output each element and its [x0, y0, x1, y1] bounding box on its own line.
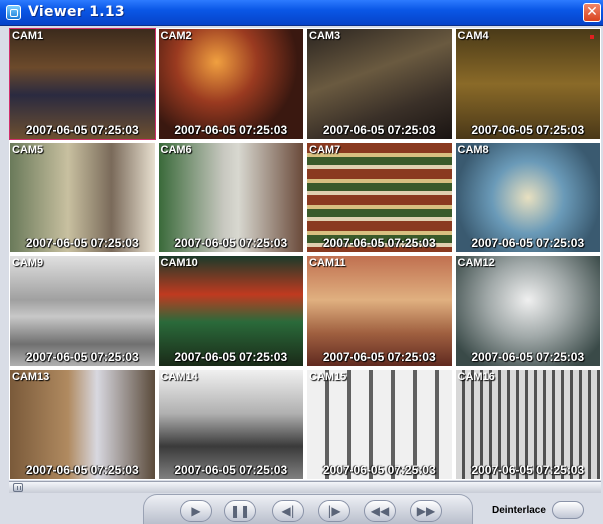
step-forward-icon: |▶	[327, 504, 341, 518]
camera-timestamp: 2007-06-05 07:25:03	[471, 349, 585, 364]
camera-timestamp: 2007-06-05 07:25:03	[25, 349, 139, 364]
camera-tile-14[interactable]: CAM14 2007-06-05 07:25:03	[157, 368, 304, 480]
camera-label: CAM10	[160, 257, 198, 269]
camera-tile-11[interactable]: CAM11 2007-06-05 07:25:03	[306, 255, 453, 367]
deinterlace-label: Deinterlace	[492, 505, 546, 516]
camera-label: CAM14	[160, 370, 198, 383]
camera-tile-12[interactable]: CAM12 2007-06-05 07:25:03	[454, 255, 601, 367]
camera-tile-1[interactable]: CAM1 2007-06-05 07:25:03	[9, 28, 156, 140]
play-button[interactable]: ▶	[180, 500, 212, 522]
camera-label: CAM11	[309, 257, 346, 269]
step-forward-button[interactable]: |▶	[318, 500, 350, 522]
camera-timestamp: 2007-06-05 07:25:03	[322, 463, 436, 477]
camera-label: CAM15	[309, 370, 347, 383]
play-icon: ▶	[191, 504, 201, 518]
camera-timestamp: 2007-06-05 07:25:03	[25, 122, 139, 137]
rewind-icon: ◀◀	[370, 504, 390, 518]
step-back-icon: ◀|	[281, 504, 295, 518]
fast-forward-icon: ▶▶	[416, 504, 436, 518]
close-button[interactable]: ✕	[583, 3, 601, 22]
close-icon: ✕	[586, 4, 598, 20]
camera-timestamp: 2007-06-05 07:25:03	[471, 463, 585, 477]
camera-timestamp: 2007-06-05 07:25:03	[25, 236, 139, 250]
seek-bar[interactable]	[9, 481, 601, 493]
camera-timestamp: 2007-06-05 07:25:03	[174, 463, 288, 477]
camera-tile-7[interactable]: CAM7 2007-06-05 07:25:03	[306, 141, 453, 253]
camera-label: CAM2	[160, 30, 192, 42]
camera-label: CAM16	[457, 370, 495, 383]
camera-label: CAM6	[160, 143, 192, 156]
seek-thumb[interactable]	[13, 483, 23, 492]
rewind-button[interactable]: ◀◀	[364, 500, 396, 522]
camera-timestamp: 2007-06-05 07:25:03	[471, 122, 585, 137]
record-indicator-icon	[590, 35, 594, 39]
pause-button[interactable]: ❚❚	[224, 500, 256, 522]
camera-tile-13[interactable]: CAM13 2007-06-05 07:25:03	[9, 368, 156, 480]
camera-label: CAM7	[309, 143, 341, 156]
camera-grid: CAM1 2007-06-05 07:25:03 CAM2 2007-06-05…	[9, 28, 601, 480]
camera-tile-9[interactable]: CAM9 2007-06-05 07:25:03	[9, 255, 156, 367]
fast-forward-button[interactable]: ▶▶	[410, 500, 442, 522]
camera-label: CAM5	[12, 143, 44, 156]
camera-tile-15[interactable]: CAM15 2007-06-05 07:25:03	[306, 368, 453, 480]
camera-label: CAM8	[457, 143, 489, 156]
camera-tile-16[interactable]: CAM16 2007-06-05 07:25:03	[454, 368, 601, 480]
camera-timestamp: 2007-06-05 07:25:03	[322, 122, 436, 137]
camera-timestamp: 2007-06-05 07:25:03	[174, 349, 288, 364]
camera-timestamp: 2007-06-05 07:25:03	[174, 236, 288, 250]
camera-timestamp: 2007-06-05 07:25:03	[174, 122, 288, 137]
camera-tile-10[interactable]: CAM10 2007-06-05 07:25:03	[157, 255, 304, 367]
camera-tile-6[interactable]: CAM6 2007-06-05 07:25:03	[157, 141, 304, 253]
camera-timestamp: 2007-06-05 07:25:03	[322, 236, 436, 250]
playback-controls: ▶ ❚❚ ◀| |▶ ◀◀ ▶▶	[143, 494, 473, 524]
camera-tile-4[interactable]: CAM4 2007-06-05 07:25:03	[454, 28, 601, 140]
camera-label: CAM12	[457, 257, 495, 269]
camera-tile-8[interactable]: CAM8 2007-06-05 07:25:03	[454, 141, 601, 253]
camera-timestamp: 2007-06-05 07:25:03	[322, 349, 436, 364]
pause-icon: ❚❚	[229, 504, 251, 518]
camera-timestamp: 2007-06-05 07:25:03	[471, 236, 585, 250]
camera-tile-2[interactable]: CAM2 2007-06-05 07:25:03	[157, 28, 304, 140]
camera-tile-5[interactable]: CAM5 2007-06-05 07:25:03	[9, 141, 156, 253]
app-icon	[6, 5, 21, 20]
step-back-button[interactable]: ◀|	[272, 500, 304, 522]
camera-label: CAM3	[309, 30, 341, 42]
camera-label: CAM9	[12, 257, 44, 269]
camera-label: CAM4	[457, 30, 489, 42]
deinterlace-toggle[interactable]	[552, 501, 584, 519]
camera-tile-3[interactable]: CAM3 2007-06-05 07:25:03	[306, 28, 453, 140]
camera-label: CAM1	[12, 30, 44, 42]
title-bar: Viewer 1.13 ✕	[0, 0, 603, 26]
window-title: Viewer 1.13	[28, 4, 125, 20]
camera-timestamp: 2007-06-05 07:25:03	[25, 463, 139, 477]
camera-label: CAM13	[12, 370, 50, 383]
